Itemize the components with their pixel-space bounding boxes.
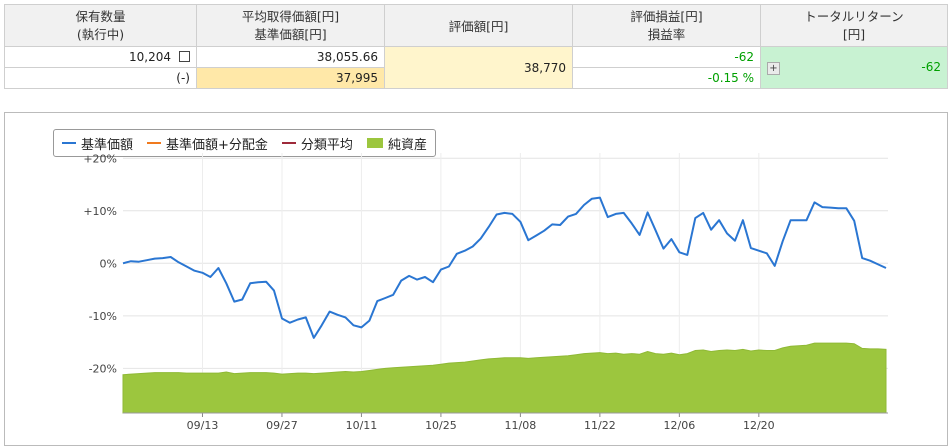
header-pl-line1: 評価損益[円] xyxy=(630,8,703,24)
y-tick-label: +10% xyxy=(83,205,117,218)
performance-chart-panel: 基準価額 基準価額+分配金 分類平均 純資産 +20% +10% 0% -10% -20… xyxy=(4,112,948,446)
header-tr-line1: トータルリターン xyxy=(804,8,904,24)
expand-plus-icon[interactable]: + xyxy=(767,62,780,75)
header-pl-line2: 損益率 xyxy=(647,26,686,42)
qty-checkbox[interactable] xyxy=(179,51,190,62)
qty-cell: 10,204 xyxy=(4,46,197,68)
header-qty-line1: 保有数量 xyxy=(75,8,126,24)
total-return-value: -62 xyxy=(921,60,941,74)
x-tick-label: 10/25 xyxy=(425,419,457,432)
y-tick-label: -10% xyxy=(89,310,117,323)
header-total-return: トータルリターン [円] xyxy=(760,4,948,47)
pl-rate-value: -0.15 % xyxy=(572,67,761,89)
nav-line xyxy=(122,196,887,339)
y-tick-label: +20% xyxy=(83,152,117,165)
x-tick-label: 12/06 xyxy=(664,419,696,432)
y-tick-label: 0% xyxy=(100,257,117,270)
holdings-summary-table: 保有数量 (執行中) 平均取得価額[円] 基準価額[円] 評価額[円] 評価損益… xyxy=(4,4,948,89)
nav-value: 37,995 xyxy=(196,67,385,89)
header-qty: 保有数量 (執行中) xyxy=(4,4,197,47)
header-avg-line2: 基準価額[円] xyxy=(254,26,327,42)
qty-value: 10,204 xyxy=(129,50,171,64)
qty-pending-value: (-) xyxy=(4,67,197,89)
x-tick-label: 11/22 xyxy=(584,419,616,432)
x-tick-label: 10/11 xyxy=(346,419,378,432)
y-tick-label: -20% xyxy=(89,362,117,375)
avg-cost-value: 38,055.66 xyxy=(196,46,385,68)
x-tick-label: 12/20 xyxy=(743,419,775,432)
x-tick-label: 09/27 xyxy=(266,419,298,432)
header-qty-line2: (執行中) xyxy=(76,26,125,42)
valuation-value: 38,770 xyxy=(384,46,573,89)
x-tick-label: 11/08 xyxy=(505,419,537,432)
header-valuation: 評価額[円] xyxy=(384,4,573,47)
header-tr-line2: [円] xyxy=(842,26,866,42)
x-tick-label: 09/13 xyxy=(187,419,219,432)
pl-value: -62 xyxy=(572,46,761,68)
header-pl: 評価損益[円] 損益率 xyxy=(572,4,761,47)
net-assets-area xyxy=(122,342,887,414)
header-avg-cost: 平均取得価額[円] 基準価額[円] xyxy=(196,4,385,47)
total-return-cell: + -62 xyxy=(760,46,948,89)
header-avg-line1: 平均取得価額[円] xyxy=(241,8,340,24)
chart-plot: +20% +10% 0% -10% -20% 09/13 09/27 10/11 10/25 11… xyxy=(83,152,888,432)
